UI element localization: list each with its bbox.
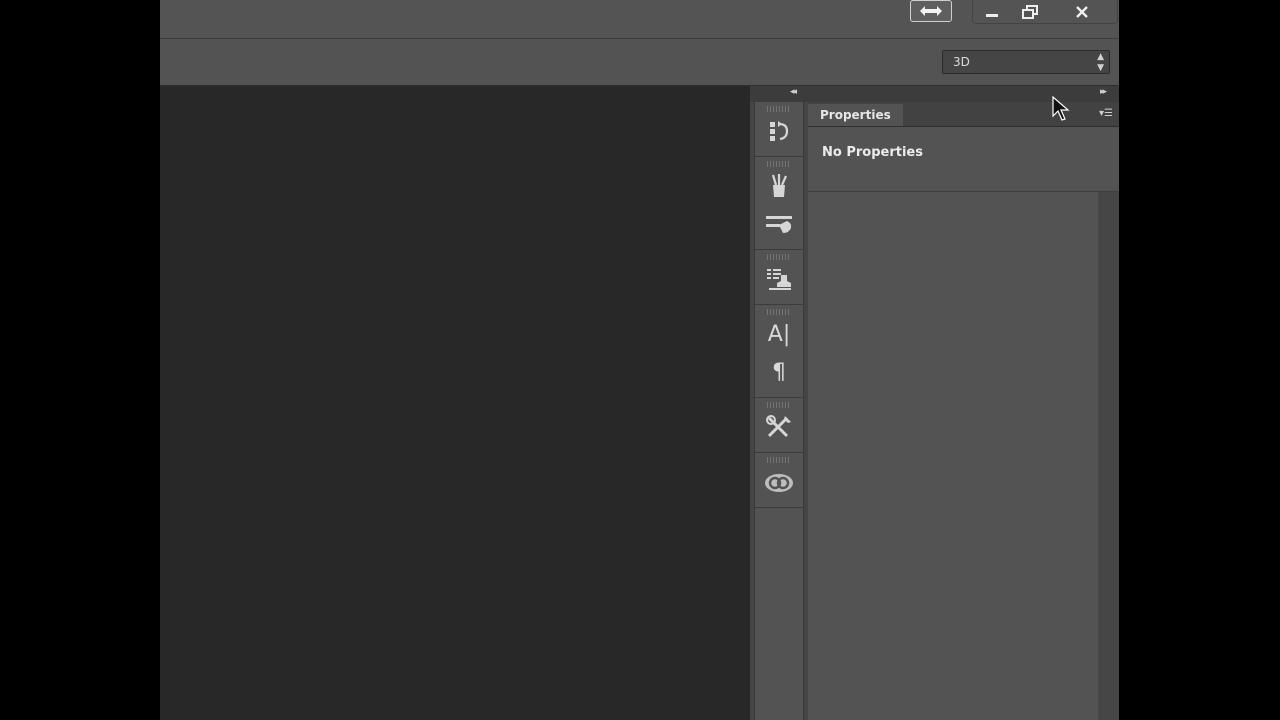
clone-source-icon[interactable]	[755, 260, 803, 298]
title-bar	[160, 0, 1119, 39]
minimize-icon	[986, 14, 998, 17]
creative-cloud-icon[interactable]	[755, 463, 803, 501]
photoshop-window: 3D ▲ ▼ ◂◂ ▸▸ A| ¶ Properties ▾☰ No Prope…	[160, 0, 1119, 720]
collapse-panels-button[interactable]: ▸▸	[1100, 87, 1107, 97]
tab-properties[interactable]: Properties	[808, 104, 903, 126]
panel-icon-strip: A| ¶	[754, 102, 804, 720]
paragraph-icon[interactable]: ¶	[755, 353, 803, 391]
restore-button[interactable]	[1012, 0, 1048, 24]
brushes-icon[interactable]	[755, 167, 803, 205]
close-button[interactable]	[1060, 0, 1104, 24]
no-properties-message: No Properties	[822, 145, 923, 160]
group-grip[interactable]	[767, 402, 791, 408]
group-grip[interactable]	[767, 309, 791, 315]
properties-panel: Properties ▾☰ No Properties	[808, 102, 1119, 720]
properties-header: No Properties	[808, 127, 1119, 192]
icon-group-clone-source	[755, 254, 803, 305]
workspace-select[interactable]: 3D ▲ ▼	[942, 50, 1110, 74]
group-grip[interactable]	[767, 106, 791, 112]
tool-presets-icon[interactable]	[755, 408, 803, 446]
properties-scrollbar[interactable]	[1098, 192, 1119, 720]
arrange-documents-button[interactable]	[910, 0, 952, 22]
minimize-button[interactable]	[974, 0, 1010, 24]
properties-tab-bar: Properties ▾☰	[808, 102, 1119, 127]
close-icon	[1076, 6, 1088, 18]
arrange-documents-icon	[920, 6, 942, 16]
icon-group-brushes	[755, 161, 803, 250]
document-canvas-area[interactable]	[160, 86, 750, 720]
mouse-cursor-icon	[1052, 96, 1070, 121]
group-grip[interactable]	[767, 161, 791, 167]
group-grip[interactable]	[767, 254, 791, 260]
select-arrows-icon: ▲ ▼	[1097, 52, 1104, 73]
panel-dock: ◂◂ ▸▸ A| ¶ Properties ▾☰ No Properties	[750, 86, 1119, 720]
restore-icon	[1022, 5, 1038, 19]
panel-menu-icon[interactable]: ▾☰	[1099, 108, 1113, 119]
group-grip[interactable]	[767, 457, 791, 463]
brush-presets-icon[interactable]	[755, 205, 803, 243]
icon-group-tool-presets	[755, 402, 803, 453]
history-icon[interactable]	[755, 112, 803, 150]
icon-group-creative-cloud	[755, 457, 803, 508]
properties-content	[808, 192, 1098, 720]
collapse-icon-strip-button[interactable]: ◂◂	[790, 87, 797, 97]
icon-group-history	[755, 106, 803, 157]
workspace-value: 3D	[953, 55, 970, 69]
icon-group-type: A| ¶	[755, 309, 803, 398]
options-bar: 3D ▲ ▼	[160, 39, 1119, 86]
character-icon[interactable]: A|	[755, 315, 803, 353]
